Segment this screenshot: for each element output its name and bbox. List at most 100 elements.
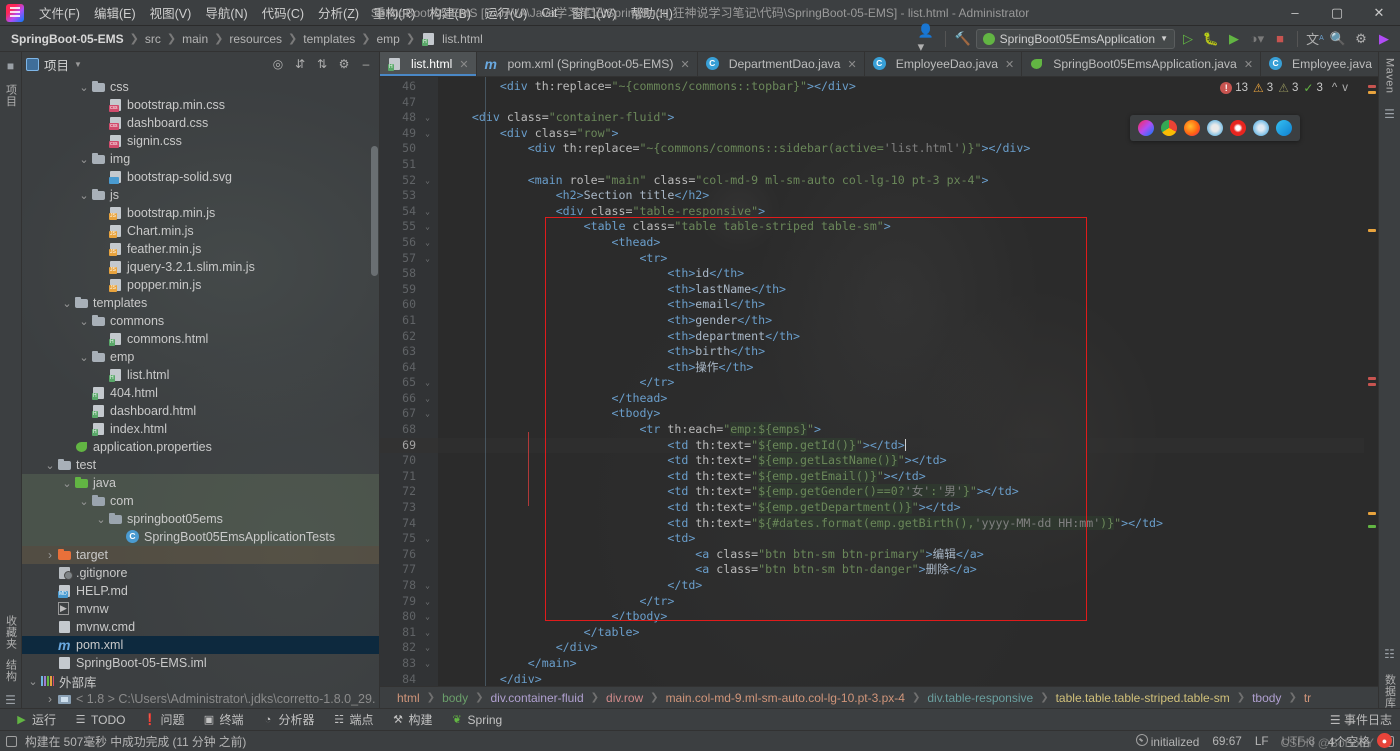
code-line-73[interactable]: <td th:text="${emp.getDepartment()}"></t…	[438, 500, 1364, 516]
warning-count[interactable]: ⚠ 3	[1253, 81, 1273, 95]
fold-toggle-icon[interactable]: ⌄	[423, 643, 432, 652]
tree-node-css[interactable]: ⌄ css	[22, 78, 379, 96]
tool-window-Spring[interactable]: ❦ Spring	[442, 710, 512, 730]
code-line-83[interactable]: </main>	[438, 656, 1364, 672]
ide-icon[interactable]: ▶	[1374, 29, 1394, 49]
code-line-81[interactable]: </table>	[438, 625, 1364, 641]
code-line-79[interactable]: </tr>	[438, 594, 1364, 610]
gutter-line-73[interactable]: 73	[380, 500, 438, 516]
next-problem-icon[interactable]: v	[1342, 82, 1348, 94]
tree-node-templates[interactable]: ⌄ templates	[22, 294, 379, 312]
tree-node-Chart.min.js[interactable]: Chart.min.js	[22, 222, 379, 240]
gutter-line-59[interactable]: 59	[380, 282, 438, 298]
gutter-line-82[interactable]: 82 ⌄	[380, 640, 438, 656]
line-separator[interactable]: LF	[1255, 734, 1269, 748]
gutter-line-75[interactable]: 75 ⌄	[380, 531, 438, 547]
breadcrumb-item-templates[interactable]: templates	[300, 31, 358, 47]
weak-warning-count[interactable]: ⚠ 3	[1278, 81, 1298, 95]
status-square-icon[interactable]	[6, 735, 17, 747]
code-line-74[interactable]: <td th:text="${#dates.format(emp.getBirt…	[438, 515, 1364, 532]
gutter-line-81[interactable]: 81 ⌄	[380, 625, 438, 641]
editor-tabs[interactable]: list.html✕pom.xml (SpringBoot-05-EMS)✕De…	[380, 52, 1378, 77]
tool-window-[interactable]: ☵ 端点	[324, 710, 383, 730]
indent-setting[interactable]: 4个空格	[1328, 733, 1370, 750]
tree-node-bootstrap-solid.svg[interactable]: bootstrap-solid.svg	[22, 168, 379, 186]
close-button[interactable]: ✕	[1358, 0, 1400, 26]
menu-item-9[interactable]: Git	[534, 3, 564, 23]
project-panel-title[interactable]: 项目 ▼	[26, 55, 82, 74]
code-line-54[interactable]: <div class="table-responsive">	[438, 204, 1364, 220]
tool-window-TODO[interactable]: ☰ TODO	[65, 710, 134, 730]
tree-node-[interactable]: ⌄ 外部库	[22, 672, 379, 690]
fold-toggle-icon[interactable]: ⌄	[423, 534, 432, 543]
project-rail-icon[interactable]: ■	[3, 58, 19, 74]
menu-item-7[interactable]: 构建(B)	[422, 0, 478, 25]
gutter-line-80[interactable]: 80 ⌄	[380, 609, 438, 625]
gutter-line-56[interactable]: 56 ⌄	[380, 235, 438, 251]
gutter-line-83[interactable]: 83 ⌄	[380, 656, 438, 672]
breadcrumb-item-resources[interactable]: resources	[226, 31, 285, 47]
editor-breadcrumb-3[interactable]: div.row	[603, 691, 646, 705]
tree-node-bootstrap.min.js[interactable]: bootstrap.min.js	[22, 204, 379, 222]
maximize-button[interactable]: ▢	[1316, 0, 1358, 26]
chevron-down-icon[interactable]: ⌄	[43, 459, 57, 472]
tree-node-404.html[interactable]: 404.html	[22, 384, 379, 402]
gutter-line-65[interactable]: 65 ⌄	[380, 375, 438, 391]
gutter-line-55[interactable]: 55 ⌄	[380, 219, 438, 235]
code-line-84[interactable]: </div>	[438, 672, 1364, 686]
translate-icon[interactable]: 文A	[1305, 29, 1325, 49]
search-icon[interactable]: 🔍	[1328, 29, 1348, 49]
structure-rail-icon[interactable]: ☰	[3, 692, 19, 708]
rail-label-project[interactable]: 项目	[3, 84, 19, 107]
project-tree[interactable]: ⌄ css bootstrap.min.css dashboard.css signin…	[22, 76, 379, 708]
tree-node-target[interactable]: › target	[22, 546, 379, 564]
chevron-down-icon[interactable]: ▼	[74, 60, 82, 69]
inspection-strip[interactable]	[1364, 77, 1378, 686]
chevron-right-icon[interactable]: ›	[43, 692, 57, 706]
previous-problem-icon[interactable]: ^	[1328, 82, 1337, 94]
code-line-57[interactable]: <tr>	[438, 251, 1364, 267]
menu-item-6[interactable]: 重构(R)	[366, 0, 422, 25]
debug-icon[interactable]: 🐛	[1201, 29, 1221, 49]
tool-window-[interactable]: ▶ 运行	[6, 710, 65, 730]
code-line-62[interactable]: <th>department</th>	[438, 329, 1364, 345]
chevron-down-icon[interactable]: ⌄	[77, 495, 91, 508]
chevron-down-icon[interactable]: ⌄	[60, 297, 74, 310]
initialized-status[interactable]: initialized	[1135, 733, 1199, 749]
fold-toggle-icon[interactable]: ⌄	[423, 129, 432, 138]
code-line-76[interactable]: <a class="btn btn-sm btn-primary">编辑</a>	[438, 547, 1364, 563]
chevron-down-icon[interactable]: ⌄	[77, 153, 91, 166]
tree-node-application.properties[interactable]: application.properties	[22, 438, 379, 456]
notification-badge-icon[interactable]: ●	[1377, 733, 1392, 748]
tree-node-HELP.md[interactable]: HELP.md	[22, 582, 379, 600]
code-line-69[interactable]: <td th:text="${emp.getId()}"></td>	[438, 437, 1364, 454]
menu-bar[interactable]: 文件(F) 编辑(E) 视图(V) 导航(N) 代码(C) 分析(Z) 重构(R) 构建(B)…	[32, 0, 680, 25]
maven-rail-icon[interactable]: ☰	[1382, 106, 1398, 122]
close-icon[interactable]: ✕	[459, 58, 468, 71]
close-icon[interactable]: ✕	[847, 58, 856, 71]
fold-toggle-icon[interactable]: ⌄	[423, 394, 432, 403]
breadcrumb-item-main[interactable]: main	[179, 31, 211, 47]
editor-gutter[interactable]: 46 47 48 ⌄ 49 ⌄ 50 51 52 ⌄ 53 54 ⌄ 55 ⌄ 56 ⌄ 57 ⌄ 58 59 60 61 6…	[380, 77, 438, 686]
tree-node-js[interactable]: ⌄ js	[22, 186, 379, 204]
chevron-down-icon[interactable]: ⌄	[94, 513, 108, 526]
minimize-button[interactable]: –	[1274, 0, 1316, 26]
caret-position[interactable]: 69:67	[1212, 734, 1242, 748]
close-icon[interactable]: ✕	[680, 58, 689, 71]
breadcrumb[interactable]: SpringBoot-05-EMS ❯ src ❯ main ❯ resources ❯ tem…	[8, 31, 486, 47]
fold-toggle-icon[interactable]: ⌄	[423, 409, 432, 418]
browser-launcher-bar[interactable]	[1130, 115, 1300, 141]
fold-toggle-icon[interactable]: ⌄	[423, 238, 432, 247]
tree-node-signin.css[interactable]: signin.css	[22, 132, 379, 150]
breadcrumb-item-emp[interactable]: emp	[374, 31, 403, 47]
gutter-line-47[interactable]: 47	[380, 95, 438, 111]
tree-node-feather.min.js[interactable]: feather.min.js	[22, 240, 379, 258]
tree-node-commons.html[interactable]: commons.html	[22, 330, 379, 348]
tree-node-list.html[interactable]: list.html	[22, 366, 379, 384]
run-configuration-selector[interactable]: SpringBoot05EmsApplication ▼	[975, 28, 1175, 49]
fold-toggle-icon[interactable]: ⌄	[423, 659, 432, 668]
tab-Employee.java[interactable]: Employee.java✕	[1261, 52, 1378, 76]
gutter-line-71[interactable]: 71	[380, 469, 438, 485]
code-line-80[interactable]: </tbody>	[438, 609, 1364, 625]
tree-node-SpringBoot-05-EMS.iml[interactable]: SpringBoot-05-EMS.iml	[22, 654, 379, 672]
